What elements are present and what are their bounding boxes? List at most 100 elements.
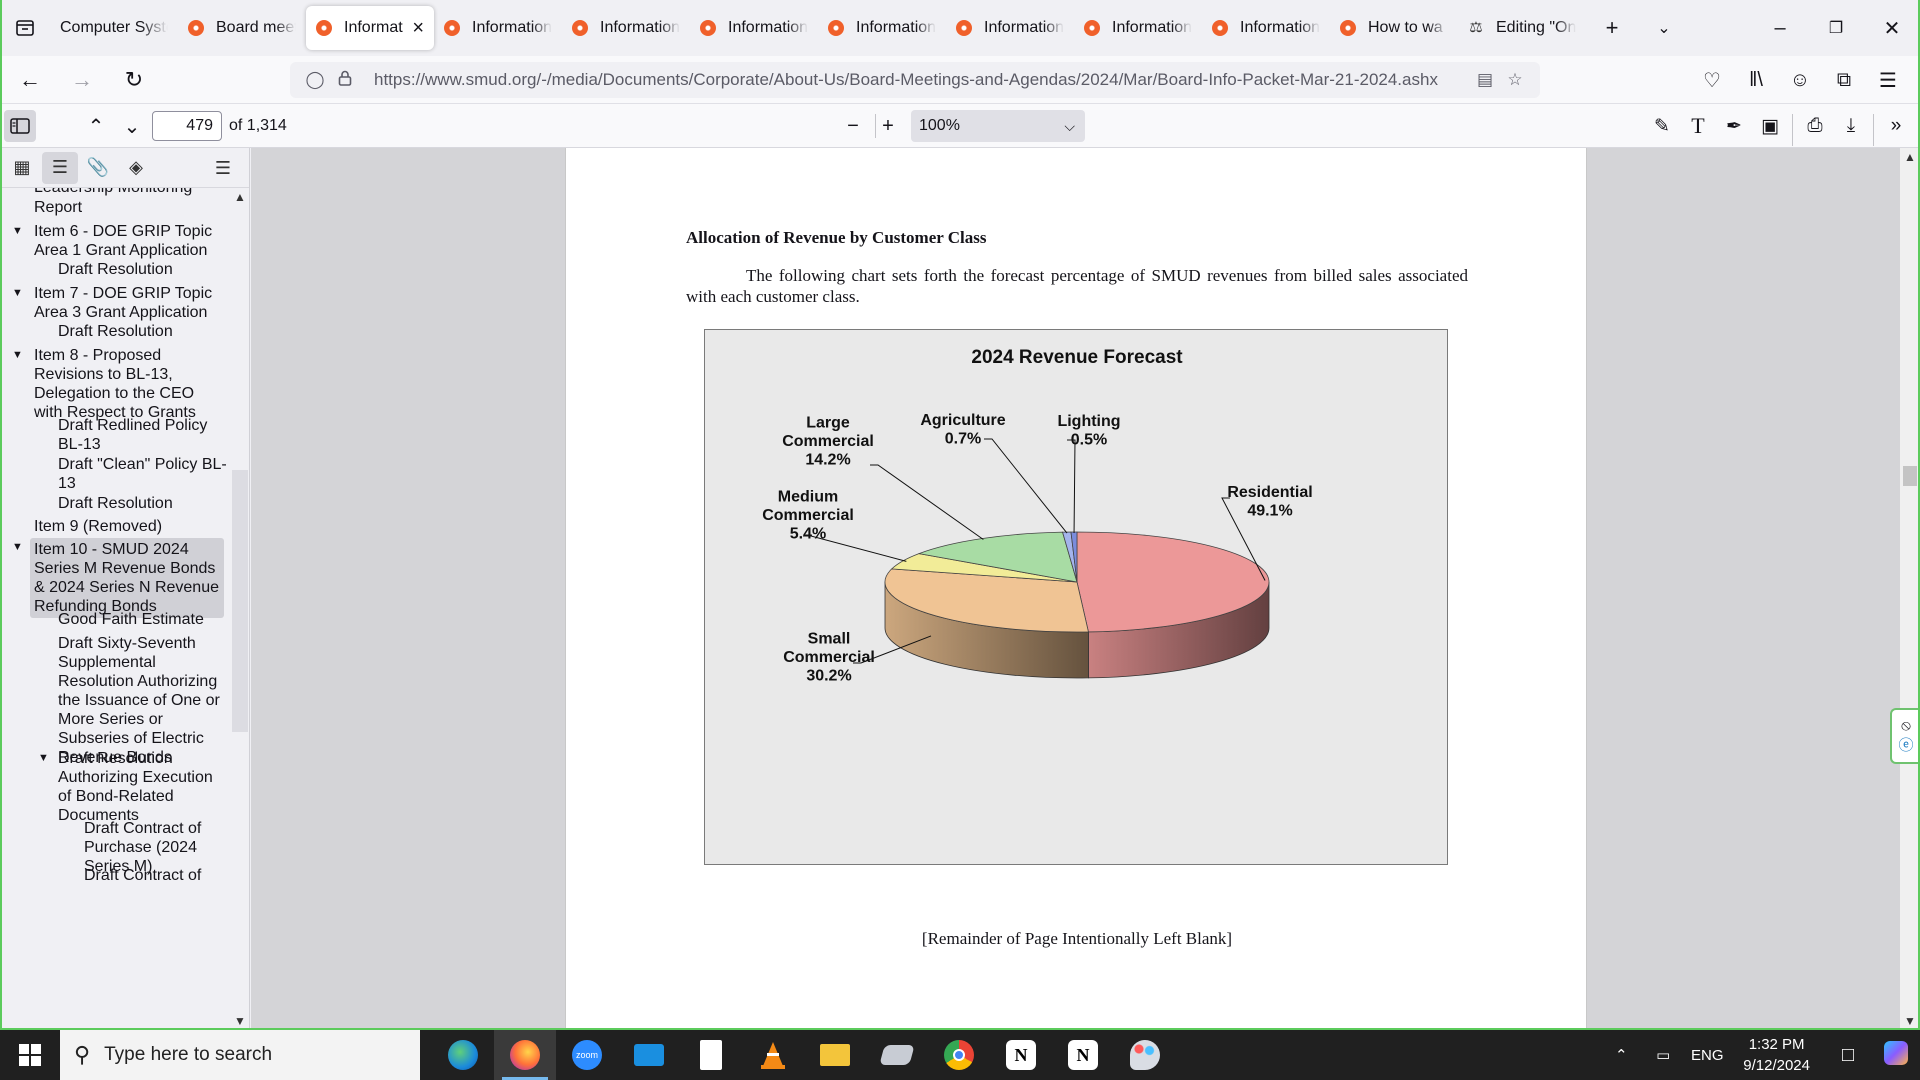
outline-item[interactable]: Draft "Clean" Policy BL-13 — [58, 455, 226, 493]
page-number-input[interactable]: 479 — [152, 111, 222, 141]
scroll-up-icon[interactable]: ▲ — [1904, 150, 1916, 164]
start-button[interactable] — [0, 1030, 60, 1080]
sidebar-scrollbar[interactable]: ▲ ▼ — [230, 188, 249, 1030]
show-hidden-icons-button[interactable]: ⌃ — [1601, 1046, 1641, 1064]
outline-item[interactable]: Report — [34, 198, 224, 217]
zoom-out-button[interactable]: − — [835, 110, 871, 142]
taskbar-zoom[interactable]: zoom — [556, 1030, 618, 1080]
browser-tab[interactable]: Informat × — [306, 6, 434, 50]
scroll-down-icon[interactable]: ▼ — [234, 1014, 246, 1028]
taskbar-notion[interactable]: N — [990, 1030, 1052, 1080]
edge-e-icon[interactable]: ⓔ — [1898, 734, 1913, 755]
thumbnails-tab[interactable]: ▦ — [4, 152, 40, 184]
zoom-in-button[interactable]: + — [870, 110, 906, 142]
outline-item[interactable]: Item 8 - Proposed Revisions to BL-13, De… — [34, 346, 224, 422]
extensions-button[interactable]: ⧉ — [1822, 60, 1866, 100]
expand-triangle-icon[interactable]: ▼ — [12, 541, 23, 553]
pdf-viewer[interactable]: Allocation of Revenue by Customer Class … — [251, 148, 1920, 1030]
pocket-button[interactable]: ♡ — [1690, 60, 1734, 100]
reader-view-icon[interactable]: ▤ — [1470, 70, 1500, 90]
previous-page-button[interactable]: ⌃ — [78, 110, 114, 142]
library-button[interactable]: ‖\ — [1734, 60, 1778, 100]
taskbar-notion-2[interactable]: N — [1052, 1030, 1114, 1080]
reload-button[interactable]: ↻ — [112, 60, 156, 100]
battery-button[interactable]: ▭ — [1641, 1046, 1685, 1064]
browser-tab[interactable]: Information — [1074, 6, 1202, 50]
restore-button[interactable]: ❐ — [1808, 0, 1864, 56]
outline-item[interactable]: Good Faith Estimate — [58, 610, 226, 629]
browser-tab[interactable]: Computer Syste — [50, 6, 178, 50]
expand-triangle-icon[interactable]: ▼ — [12, 225, 23, 237]
tools-menu-button[interactable]: » — [1878, 110, 1914, 142]
browser-tab[interactable]: Information — [946, 6, 1074, 50]
taskbar-edge[interactable] — [432, 1030, 494, 1080]
notifications-button[interactable]: □ — [1824, 1044, 1872, 1067]
browser-tab[interactable]: Information — [818, 6, 946, 50]
lock-icon[interactable] — [330, 70, 360, 91]
close-window-button[interactable]: ✕ — [1864, 0, 1920, 56]
browser-tab[interactable]: Information — [690, 6, 818, 50]
outline-item[interactable]: Item 7 - DOE GRIP Topic Area 3 Grant App… — [34, 284, 224, 322]
layers-tab[interactable]: ◈ — [118, 152, 154, 184]
url-text[interactable]: https://www.smud.org/-/media/Documents/C… — [374, 70, 1470, 90]
outline-item[interactable]: Item 9 (Removed) — [34, 517, 224, 536]
language-indicator[interactable]: ENG — [1685, 1047, 1729, 1064]
outline-item[interactable]: Leadership Monitoring — [34, 188, 224, 197]
outline-options-button[interactable]: ☰ — [205, 152, 241, 184]
outline-item[interactable]: Draft Sixty-Seventh Supplemental Resolut… — [58, 634, 226, 767]
scrollbar-thumb[interactable] — [1903, 466, 1917, 486]
outline-item[interactable]: Draft Resolution — [58, 260, 226, 279]
new-tab-button[interactable]: + — [1586, 6, 1638, 50]
attachments-tab[interactable]: 📎 — [80, 152, 116, 184]
clock[interactable]: 1:32 PM 9/12/2024 — [1743, 1034, 1810, 1076]
outline-item[interactable]: Draft Resolution — [58, 322, 226, 341]
zoom-select[interactable]: 100% ⌵ — [911, 110, 1085, 142]
outline-item[interactable]: Draft Contract of — [84, 866, 226, 885]
highlight-button[interactable]: ✎ — [1644, 110, 1680, 142]
outline-item-selected[interactable]: Item 10 - SMUD 2024 Series M Revenue Bon… — [30, 538, 224, 618]
close-circle-icon[interactable]: ⦸ — [1901, 717, 1911, 734]
taskbar-search[interactable]: ⚲ Type here to search — [60, 1030, 420, 1080]
browser-tab[interactable]: Information — [434, 6, 562, 50]
extension-widget[interactable]: ⦸ ⓔ — [1890, 708, 1920, 764]
browser-tab[interactable]: ⚖ Editing "On — [1458, 6, 1586, 50]
back-button[interactable]: ← — [8, 60, 52, 100]
scrollbar-thumb[interactable] — [232, 470, 248, 732]
taskbar-file-explorer[interactable] — [804, 1030, 866, 1080]
viewer-scrollbar[interactable]: ▲ ▼ — [1900, 148, 1920, 1030]
expand-triangle-icon[interactable]: ▼ — [38, 752, 49, 764]
close-tab-icon[interactable]: × — [412, 17, 424, 40]
scroll-down-icon[interactable]: ▼ — [1904, 1014, 1916, 1028]
save-button[interactable]: ⤓ — [1833, 110, 1869, 142]
browser-tab[interactable]: Information — [1202, 6, 1330, 50]
outline-tab[interactable]: ☰ — [42, 151, 78, 184]
taskbar-paint[interactable] — [1114, 1030, 1176, 1080]
minimize-button[interactable]: – — [1752, 0, 1808, 56]
taskbar-mail[interactable] — [618, 1030, 680, 1080]
menu-button[interactable]: ☰ — [1866, 60, 1910, 100]
outline-item[interactable]: Draft Resolution — [58, 494, 226, 513]
sidebar-toggle-button[interactable] — [4, 110, 36, 142]
expand-triangle-icon[interactable]: ▼ — [12, 349, 23, 361]
outline-item[interactable]: Item 6 - DOE GRIP Topic Area 1 Grant App… — [34, 222, 224, 260]
bookmark-star-icon[interactable]: ☆ — [1500, 70, 1530, 90]
taskbar-scanner[interactable] — [866, 1030, 928, 1080]
draw-button[interactable]: ✒ — [1716, 110, 1752, 142]
taskbar-firefox[interactable] — [494, 1030, 556, 1080]
taskbar-chrome[interactable] — [928, 1030, 990, 1080]
tab-list-button[interactable] — [0, 0, 50, 56]
shield-icon[interactable]: ◯ — [300, 70, 330, 90]
browser-tab[interactable]: Board meet — [178, 6, 306, 50]
next-page-button[interactable]: ⌄ — [114, 110, 150, 142]
forward-button[interactable]: → — [60, 60, 104, 100]
add-image-button[interactable]: ▣ — [1752, 110, 1788, 142]
browser-tab[interactable]: Information — [562, 6, 690, 50]
outline-item[interactable]: Draft Resolution Authorizing Execution o… — [58, 749, 226, 825]
taskbar-notepad[interactable] — [680, 1030, 742, 1080]
scroll-up-icon[interactable]: ▲ — [234, 190, 246, 204]
all-tabs-button[interactable]: ⌄ — [1638, 6, 1690, 50]
browser-tab[interactable]: How to wa — [1330, 6, 1458, 50]
text-button[interactable]: T — [1680, 110, 1716, 142]
address-bar[interactable]: ◯ https://www.smud.org/-/media/Documents… — [290, 62, 1540, 98]
copilot-button[interactable] — [1872, 1041, 1920, 1069]
